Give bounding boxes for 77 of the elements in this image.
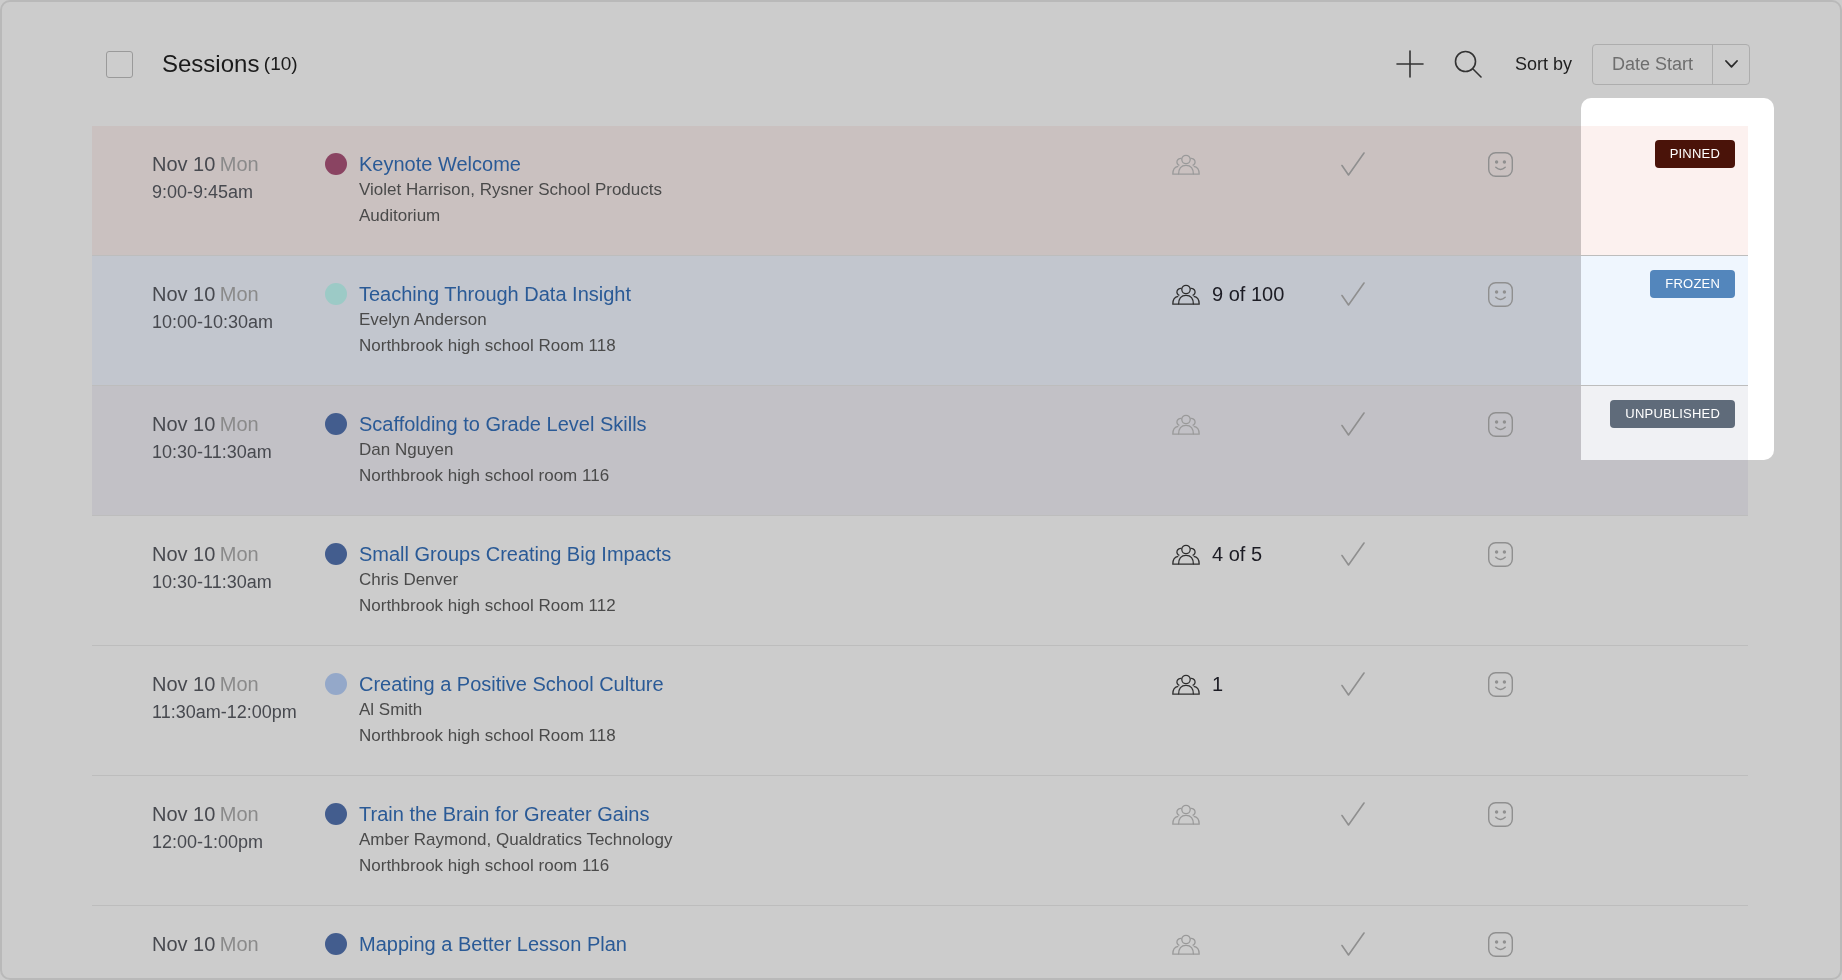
presenter-text: Chris Denver: [359, 569, 459, 591]
plus-icon[interactable]: [1395, 50, 1424, 78]
session-title-link[interactable]: Teaching Through Data Insight: [359, 281, 632, 307]
date-text: Nov 10: [152, 543, 216, 565]
session-title-link[interactable]: Creating a Positive School Culture: [359, 671, 664, 697]
sort-label: Sort by: [1514, 53, 1572, 75]
date-text: Nov 10: [152, 283, 216, 305]
session-row[interactable]: Nov 10 Mon 9:00-9:45am Keynote Welcome Violet Harrison, Rysner School Products Auditorium PINNED: [92, 126, 1748, 256]
caret-icon: [1724, 60, 1738, 68]
session-title-link[interactable]: Mapping a Better Lesson Plan: [359, 931, 627, 957]
check-icon: [1341, 412, 1365, 436]
status-badge: FROZEN: [1650, 270, 1735, 298]
date-text: Nov 10: [152, 153, 216, 175]
location-text: Auditorium: [359, 205, 441, 227]
group-icon: [1172, 543, 1200, 565]
weekday-text: Mon: [219, 933, 259, 955]
location-text: Northbrook high school Room 118: [359, 335, 616, 357]
date-text: Nov 10: [152, 803, 216, 825]
attendance-count: 9 of 100: [1212, 282, 1285, 306]
smiley-icon: [1488, 931, 1513, 957]
sort-dropdown[interactable]: Date Start: [1592, 43, 1750, 85]
time-text: 10:30-11:30am: [152, 571, 272, 594]
time-text: 10:30-11:30am: [152, 441, 272, 464]
check-icon: [1341, 152, 1365, 176]
session-count: (10): [263, 53, 298, 75]
time-text: 12:00-1:00pm: [152, 831, 264, 854]
check-icon: [1341, 542, 1365, 566]
smiley-icon: [1488, 541, 1513, 567]
attendance-count: 1: [1212, 672, 1224, 696]
session-row[interactable]: Nov 10 Mon 10:30-11:30am Scaffolding to Grade Level Skills Dan Nguyen Northbrook high school room 116 UNPUBLISHED: [92, 386, 1748, 516]
group-icon: [1172, 933, 1200, 955]
group-icon: [1172, 673, 1200, 695]
session-row[interactable]: Nov 10 Mon 10:00-10:30am Teaching Through Data Insight Evelyn Anderson Northbrook high school Room 118 9 of 100 FROZEN: [92, 256, 1748, 386]
group-icon: [1172, 413, 1200, 435]
date-text: Nov 10: [152, 413, 216, 435]
smiley-icon: [1488, 281, 1513, 307]
check-icon: [1341, 802, 1365, 826]
date-text: Nov 10: [152, 673, 216, 695]
date-text: Nov 10: [152, 933, 216, 955]
group-icon: [1172, 803, 1200, 825]
search-icon[interactable]: [1453, 50, 1482, 78]
select-all-checkbox[interactable]: [106, 50, 133, 78]
group-icon: [1172, 283, 1200, 305]
smiley-icon: [1488, 671, 1513, 697]
list-title: Sessions: [162, 50, 260, 78]
weekday-text: Mon: [219, 153, 259, 175]
session-title-link[interactable]: Keynote Welcome: [359, 151, 521, 177]
smiley-icon: [1488, 801, 1513, 827]
location-text: Northbrook high school Room 118: [359, 725, 616, 747]
attendance-count: 4 of 5: [1212, 542, 1263, 566]
location-text: Northbrook high school Room 112: [359, 595, 616, 617]
smiley-icon: [1488, 151, 1513, 177]
status-badge: UNPUBLISHED: [1610, 400, 1735, 428]
presenter-text: Al Smith: [359, 699, 423, 721]
presenter-text: Violet Harrison, Rysner School Products: [359, 179, 662, 201]
weekday-text: Mon: [219, 283, 259, 305]
time-text: 11:30am-12:00pm: [152, 701, 297, 724]
presenter-text: Amber Raymond, Qualdratics Technology: [359, 829, 673, 851]
time-text: 9:00-9:45am: [152, 181, 254, 204]
group-icon: [1172, 153, 1200, 175]
status-badge: PINNED: [1654, 140, 1735, 168]
weekday-text: Mon: [219, 543, 259, 565]
session-title-link[interactable]: Train the Brain for Greater Gains: [359, 801, 650, 827]
weekday-text: Mon: [219, 673, 259, 695]
check-icon: [1341, 672, 1365, 696]
location-text: Northbrook high school room 116: [359, 465, 610, 487]
time-text: 10:00-10:30am: [152, 311, 274, 334]
smiley-icon: [1488, 411, 1513, 437]
session-title-link[interactable]: Scaffolding to Grade Level Skills: [359, 411, 647, 437]
presenter-text: Dan Nguyen: [359, 439, 454, 461]
weekday-text: Mon: [219, 413, 259, 435]
weekday-text: Mon: [219, 803, 259, 825]
session-title-link[interactable]: Small Groups Creating Big Impacts: [359, 541, 672, 567]
check-icon: [1341, 282, 1365, 306]
presenter-text: Evelyn Anderson: [359, 309, 487, 331]
check-icon: [1341, 932, 1365, 956]
location-text: Northbrook high school room 116: [359, 855, 610, 877]
